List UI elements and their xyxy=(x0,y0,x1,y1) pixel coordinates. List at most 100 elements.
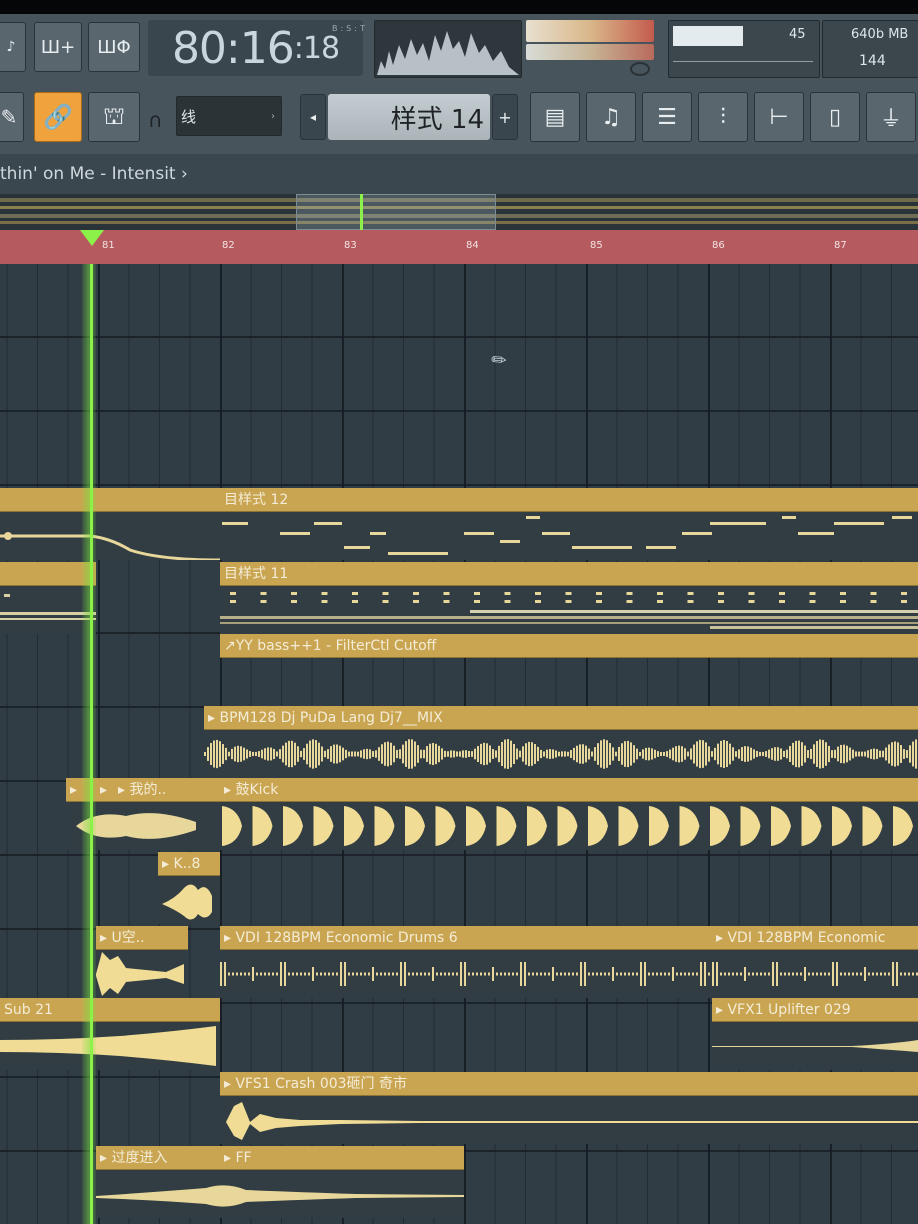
timeline-ruler[interactable]: 81 82 83 84 85 86 87 xyxy=(0,230,918,264)
ruler-bar-86: 86 xyxy=(712,240,725,251)
clip-crash-label: ▸ VFS1 Crash 003砸门 奇市 xyxy=(224,1076,408,1092)
ruler-bar-85: 85 xyxy=(590,240,603,251)
ruler-bar-87: 87 xyxy=(834,240,847,251)
song-overview[interactable] xyxy=(0,194,918,230)
playhead-line[interactable] xyxy=(90,264,93,1224)
toolbar-btn2-label: ШΦ xyxy=(97,36,131,58)
clip-transition[interactable]: ▸ 过度进入 xyxy=(96,1146,220,1170)
clip-kick[interactable]: ▸ 鼓Kick xyxy=(220,778,918,802)
cpu-graph xyxy=(673,61,813,62)
time-display[interactable]: 80:16:18 xyxy=(148,20,363,76)
clip-vdi-drums-1[interactable]: ▸ VDI 128BPM Economic Drums 6 xyxy=(220,926,712,950)
pattern-song-toggle-button[interactable]: Ш+ xyxy=(34,22,82,72)
clip-k8[interactable]: ▸ K..8 xyxy=(158,852,220,876)
clip-uplifter-body[interactable] xyxy=(712,1022,918,1070)
pattern-label: 样式 14 xyxy=(390,104,484,135)
pattern-next-button[interactable]: + xyxy=(492,94,518,140)
window-top-bar xyxy=(0,0,918,14)
snap-selector[interactable]: 线 › xyxy=(176,96,282,136)
magnet-icon[interactable]: ∩ xyxy=(148,108,170,132)
time-main: 80:16 xyxy=(171,22,295,74)
browser-icon: ⊢ xyxy=(769,104,789,130)
edge-button[interactable]: ♪ xyxy=(0,22,26,72)
project-info-button[interactable]: ▯ xyxy=(810,92,860,142)
clip-vdi-1-body[interactable] xyxy=(220,950,712,998)
browser-button[interactable]: ⊢ xyxy=(754,92,804,142)
clip-pattern-12-body[interactable] xyxy=(220,512,918,560)
song-mode-button[interactable]: ШΦ xyxy=(88,22,140,72)
clip-transition-body[interactable] xyxy=(96,1170,464,1218)
channel-rack-icon: ☰ xyxy=(657,104,677,130)
piano-roll-icon: ♫ xyxy=(601,104,621,130)
clip-transition-label: ▸ 过度进入 xyxy=(100,1150,168,1166)
clip-pattern-11-body[interactable] xyxy=(220,586,918,634)
clip-ff[interactable]: ▸ FF xyxy=(220,1146,464,1170)
clip-wode[interactable]: ▸ 我的.. xyxy=(114,778,220,802)
clip-uang[interactable]: ▸ U空.. xyxy=(96,926,188,950)
pattern-prev-button[interactable]: ◂ xyxy=(300,94,326,140)
clip-pattern-12-left[interactable] xyxy=(0,488,220,512)
waveform-display xyxy=(377,31,519,75)
chevron-right-icon: › xyxy=(271,111,275,122)
clip-crash[interactable]: ▸ VFS1 Crash 003砸门 奇市 xyxy=(220,1072,918,1096)
playhead-marker[interactable] xyxy=(80,230,104,246)
clip-kick-body[interactable] xyxy=(220,802,918,850)
clip-pattern-12-notes xyxy=(222,516,912,555)
pattern-minus-label: ◂ xyxy=(309,110,317,124)
document-icon: ▯ xyxy=(828,104,842,130)
channel-rack-button[interactable]: ☰ xyxy=(642,92,692,142)
clip-pattern-11[interactable]: 目样式 11 xyxy=(220,562,918,586)
time-unit-label: B:S:T xyxy=(332,24,368,33)
knob-icon[interactable] xyxy=(630,62,650,76)
link-tool-button[interactable]: 🔗 xyxy=(34,92,82,142)
clip-vdi-1-waveform xyxy=(220,962,710,986)
memory-panel: 640b MB 144 xyxy=(822,20,918,78)
clip-bpm128-body[interactable] xyxy=(204,730,918,778)
pattern-plus-label: + xyxy=(498,107,512,127)
clip-sub21-body[interactable] xyxy=(0,1022,220,1070)
clip-crash-body[interactable] xyxy=(220,1096,918,1144)
clip-vdi-2-body[interactable] xyxy=(712,950,918,998)
stamp-tool-button[interactable]: ⛫ xyxy=(88,92,140,142)
playlist-button[interactable]: ▤ xyxy=(530,92,580,142)
plug-icon: ⏚ xyxy=(879,107,902,132)
clip-pattern-12[interactable]: 目样式 12 xyxy=(220,488,918,512)
clip-uplifter[interactable]: ▸ VFX1 Uplifter 029 xyxy=(712,998,918,1022)
clip-kick-waveform xyxy=(222,806,913,846)
clip-small-2[interactable]: ▸ xyxy=(96,778,114,802)
plugin-button[interactable]: ⏚ xyxy=(866,92,916,142)
clip-automation-cutoff[interactable]: ↗YY bass++1 - FilterCtl Cutoff xyxy=(220,634,918,658)
brush-icon: ✎ xyxy=(0,105,18,129)
clip-sub21[interactable]: Sub 21 xyxy=(0,998,220,1022)
clip-pattern-12-left-body[interactable] xyxy=(0,512,220,560)
clip-bpm128-label: ▸ BPM128 Dj PuDa Lang Dj7__MIX xyxy=(208,710,443,726)
breadcrumb-text: thin' on Me - Intensit › xyxy=(0,164,188,184)
overview-playhead xyxy=(360,194,363,230)
clip-ff-label: ▸ FF xyxy=(224,1150,252,1166)
clip-automation-label: ↗YY bass++1 - FilterCtl Cutoff xyxy=(224,638,437,654)
clip-pattern-12-label: 目样式 12 xyxy=(224,492,289,508)
memory-value: 640b MB xyxy=(851,27,909,42)
clip-sub21-label: Sub 21 xyxy=(4,1002,53,1018)
overview-viewport[interactable] xyxy=(296,194,496,230)
snap-value: 线 xyxy=(181,108,197,126)
ruler-bar-83: 83 xyxy=(344,240,357,251)
cpu-panel: 45 xyxy=(668,20,820,78)
mixer-button[interactable]: ⫶ xyxy=(698,92,748,142)
time-small: 18 xyxy=(302,30,340,66)
cpu-meter xyxy=(673,26,743,46)
playlist-icon: ▤ xyxy=(544,104,566,130)
piano-roll-button[interactable]: ♫ xyxy=(586,92,636,142)
clip-k8-body[interactable] xyxy=(158,876,220,924)
brush-tool-button[interactable]: ✎ xyxy=(0,92,24,142)
clip-vdi-drums-2[interactable]: ▸ VDI 128BPM Economic xyxy=(712,926,918,950)
clip-uang-body[interactable] xyxy=(96,950,188,998)
cpu-value: 45 xyxy=(789,27,806,42)
pattern-selector[interactable]: 样式 14 xyxy=(328,94,490,140)
clip-bpm128-waveform xyxy=(204,739,917,769)
master-volume-meter xyxy=(526,20,654,42)
toolbar-btn1-label: Ш+ xyxy=(40,36,76,58)
master-pitch-meter xyxy=(526,44,654,60)
clip-bpm128-mix[interactable]: ▸ BPM128 Dj PuDa Lang Dj7__MIX xyxy=(204,706,918,730)
playlist-breadcrumb[interactable]: thin' on Me - Intensit › xyxy=(0,154,918,194)
